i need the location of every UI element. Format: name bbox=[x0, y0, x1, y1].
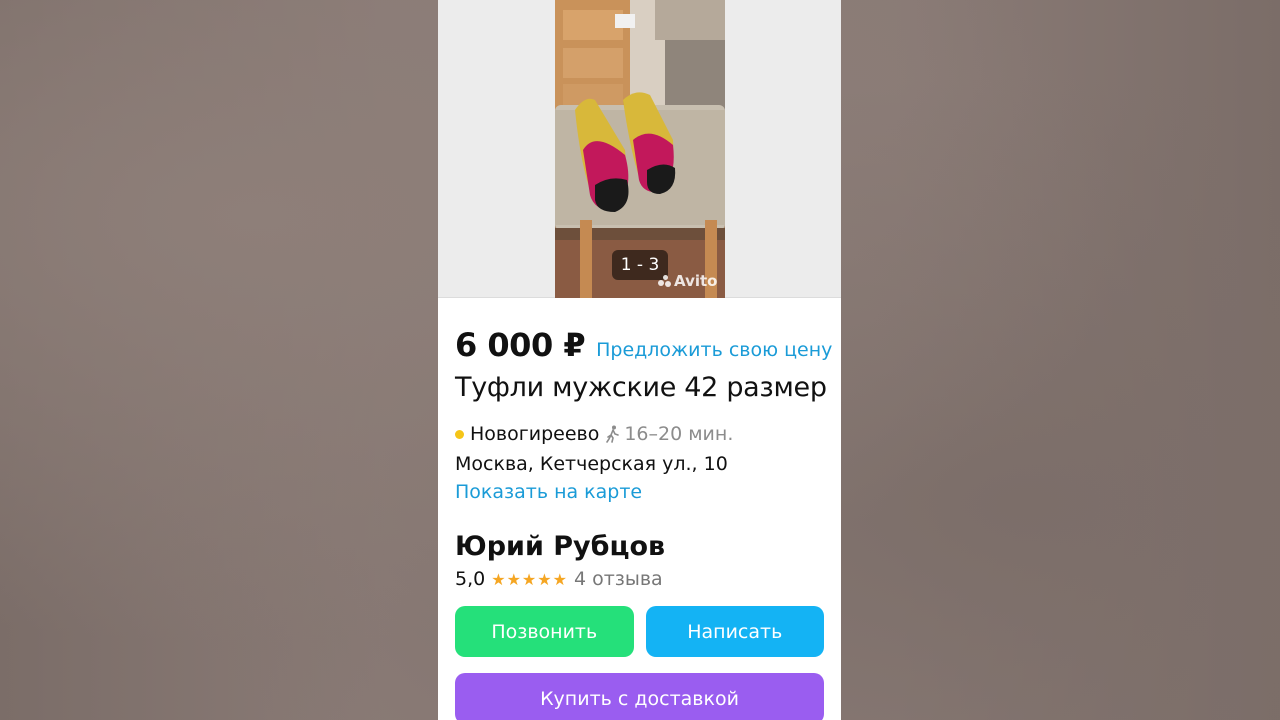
rating-value: 5,0 bbox=[455, 568, 486, 590]
rating-stars-icon: ★★★★★ bbox=[491, 569, 568, 589]
write-button[interactable]: Написать bbox=[645, 606, 824, 657]
watermark-text: Avito bbox=[674, 272, 718, 290]
walk-time: 16–20 мин. bbox=[624, 423, 734, 445]
call-button[interactable]: Позвонить bbox=[455, 606, 634, 657]
contact-buttons: Позвонить Написать bbox=[455, 606, 824, 657]
avito-logo-icon bbox=[658, 275, 672, 287]
buy-with-delivery-button[interactable]: Купить с доставкой bbox=[455, 673, 824, 720]
price: 6 000 ₽ bbox=[455, 326, 586, 364]
metro-line-dot bbox=[455, 429, 464, 439]
metro-station: Новогиреево bbox=[470, 423, 600, 445]
show-on-map-link[interactable]: Показать на карте bbox=[455, 481, 824, 503]
listing-details: 6 000 ₽ Предложить свою цену Туфли мужск… bbox=[438, 326, 841, 720]
walking-person-icon bbox=[606, 425, 620, 443]
reviews-count[interactable]: 4 отзыва bbox=[574, 568, 663, 590]
offer-price-link[interactable]: Предложить свою цену bbox=[596, 339, 832, 361]
avito-watermark: Avito bbox=[658, 272, 717, 290]
address: Москва, Кетчерская ул., 10 bbox=[455, 453, 728, 475]
listing-title: Туфли мужские 42 размер bbox=[455, 372, 827, 403]
photo-gallery[interactable]: 1 - 3 Avito bbox=[438, 0, 841, 298]
listing-screen: 1 - 3 Avito 6 000 ₽ Предложить свою цену… bbox=[438, 0, 841, 720]
seller-name[interactable]: Юрий Рубцов bbox=[455, 531, 824, 562]
seller-rating[interactable]: 5,0 ★★★★★ 4 отзыва bbox=[455, 568, 824, 590]
price-row: 6 000 ₽ Предложить свою цену bbox=[455, 326, 832, 364]
metro-info: Новогиреево 16–20 мин. bbox=[455, 423, 824, 445]
